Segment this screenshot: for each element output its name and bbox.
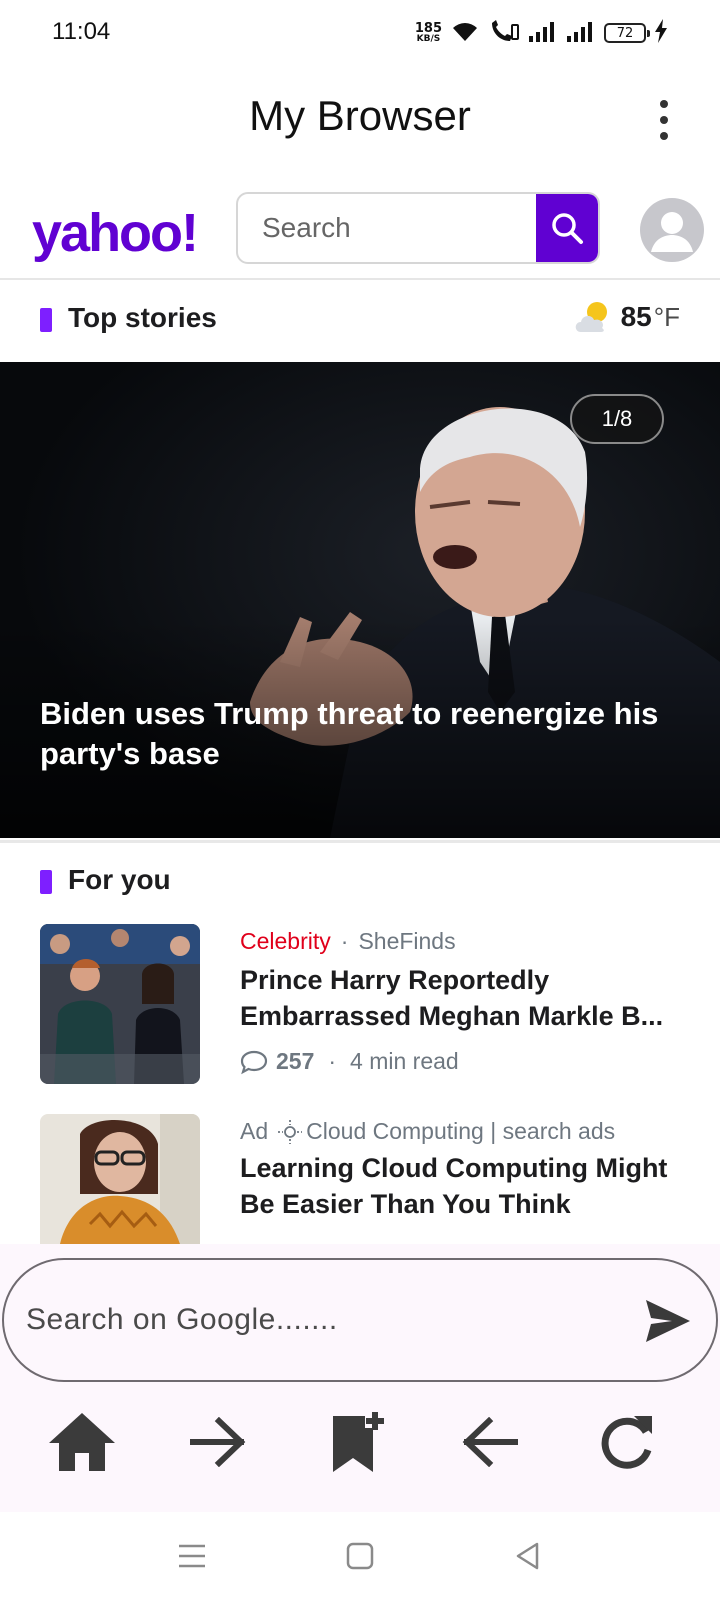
hero-story[interactable]: 1/8 Biden uses Trump threat to reenergiz… — [0, 362, 720, 838]
search-icon — [552, 213, 583, 244]
home-icon[interactable] — [42, 1402, 122, 1482]
ad-label: Ad — [240, 1118, 269, 1144]
home-square-icon[interactable] — [338, 1536, 382, 1576]
signal-icon — [566, 20, 596, 47]
section-accent-bar — [40, 870, 52, 894]
network-speed-unit: KB/S — [416, 34, 441, 44]
google-search-box — [2, 1258, 718, 1382]
ad-thumbnail — [40, 1114, 200, 1244]
profile-icon[interactable] — [640, 198, 704, 262]
for-you-title: For you — [68, 864, 171, 895]
ad-title[interactable]: Learning Cloud Computing Might Be Easier… — [240, 1150, 680, 1222]
comment-icon — [240, 1050, 268, 1074]
charging-icon — [654, 18, 668, 48]
yahoo-header: yahoo! — [0, 184, 720, 280]
yahoo-logo[interactable]: yahoo! — [32, 202, 199, 264]
top-stories-title: Top stories — [68, 302, 217, 333]
sponsor-icon — [278, 1119, 303, 1144]
menu-icon[interactable] — [170, 1536, 214, 1576]
meta-separator: · — [328, 1048, 337, 1074]
yahoo-search-box — [236, 192, 600, 264]
article-meta: Celebrity · SheFinds — [240, 928, 456, 955]
comment-count: 257 — [276, 1048, 315, 1074]
hero-headline[interactable]: Biden uses Trump threat to reenergize hi… — [40, 694, 680, 774]
advertiser-name[interactable]: Cloud Computing | search ads — [306, 1118, 615, 1145]
wifi-icon — [450, 19, 480, 48]
network-speed: 185 KB/S — [415, 22, 442, 44]
temperature-unit: °F — [653, 301, 680, 332]
ad-title-line: Be Easier Than You Think — [240, 1189, 571, 1219]
ad-meta: Ad Cloud Computing | search ads — [240, 1118, 615, 1145]
more-vert-icon[interactable] — [654, 100, 674, 140]
send-icon[interactable] — [644, 1298, 692, 1344]
article-stats: 257 · 4 min read — [240, 1048, 459, 1075]
system-nav-bar — [0, 1512, 720, 1600]
status-icons: 185 KB/S 72 — [415, 16, 668, 50]
article-thumbnail — [40, 924, 200, 1084]
battery-icon: 72 — [604, 23, 650, 43]
slide-counter: 1/8 — [570, 394, 664, 444]
refresh-icon[interactable] — [586, 1402, 666, 1482]
ad-title-line: Learning Cloud Computing Might — [240, 1153, 668, 1183]
back-arrow-icon[interactable] — [450, 1402, 530, 1482]
list-item[interactable]: Celebrity · SheFinds Prince Harry Reported… — [0, 924, 720, 1094]
weather-widget[interactable]: 85 °F — [573, 300, 680, 334]
temperature-value: 85 — [620, 301, 652, 332]
divider — [0, 840, 720, 843]
battery-level: 72 — [616, 25, 634, 41]
article-title-line: Prince Harry Reportedly — [240, 965, 550, 995]
article-category[interactable]: Celebrity — [240, 928, 331, 954]
volte-call-icon — [488, 19, 520, 48]
yahoo-search-input[interactable] — [238, 194, 538, 262]
article-title-line: Embarrassed Meghan Markle B... — [240, 1001, 664, 1031]
app-bar: My Browser — [0, 64, 720, 174]
forward-arrow-icon[interactable] — [178, 1402, 258, 1482]
signal-icon — [528, 20, 558, 47]
browser-nav-row — [0, 1402, 720, 1482]
back-triangle-icon[interactable] — [506, 1536, 550, 1576]
top-stories-header: Top stories 85 °F — [0, 282, 720, 358]
browser-controls — [0, 1244, 720, 1512]
for-you-header: For you — [0, 844, 720, 920]
yahoo-search-button[interactable] — [536, 194, 598, 262]
google-search-input[interactable] — [4, 1260, 604, 1380]
bookmark-add-icon[interactable] — [318, 1402, 398, 1482]
section-accent-bar — [40, 308, 52, 332]
status-bar: 11:04 185 KB/S 72 — [0, 0, 720, 64]
meta-separator: · — [340, 928, 349, 954]
status-time: 11:04 — [52, 18, 111, 45]
article-title[interactable]: Prince Harry Reportedly Embarrassed Megh… — [240, 962, 680, 1034]
partly-cloudy-icon — [575, 302, 607, 332]
app-title: My Browser — [249, 92, 471, 139]
article-source: SheFinds — [358, 928, 456, 954]
read-time: 4 min read — [350, 1048, 459, 1074]
